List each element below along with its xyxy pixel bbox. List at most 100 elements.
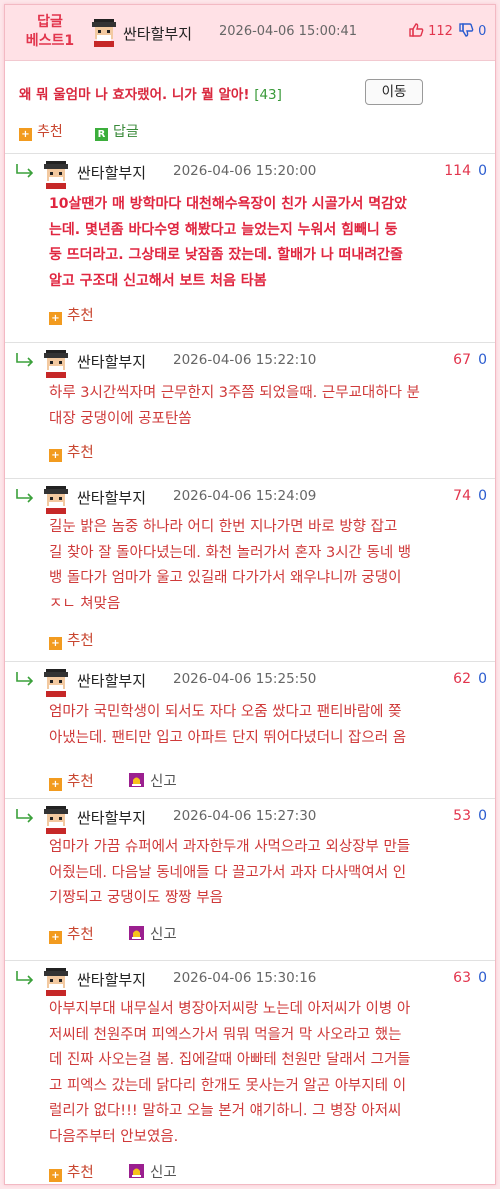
reply-body-line: 기짱되고 궁댕이도 짱짱 부음 bbox=[49, 890, 223, 906]
plus-icon: + bbox=[49, 1169, 62, 1182]
reply-item: 싼타할부지 2026-04-06 15:20:00 114 0 10살땐가 매 방학마다… bbox=[5, 153, 495, 342]
reply-body-line: 엄마가 가끔 슈퍼에서 과자한두개 사먹으라고 외상장부 만들 bbox=[49, 839, 411, 855]
reply-r-icon: R bbox=[95, 128, 108, 141]
plus-icon: + bbox=[19, 128, 32, 141]
recommend-label: 추천 bbox=[67, 1165, 94, 1181]
post-date: 2026-04-06 15:00:41 bbox=[219, 24, 358, 39]
reply-upvote-count[interactable]: 62 bbox=[453, 671, 471, 687]
best-reply-header: 답글 베스트1 싼타할부지 2026-04-06 15:00:41 112 0 bbox=[5, 5, 495, 61]
avatar-icon[interactable] bbox=[43, 968, 69, 996]
reply-body-line: 알고 구조대 신고해서 보트 처음 타봄 bbox=[49, 272, 267, 289]
report-button[interactable]: 신고 bbox=[129, 1161, 177, 1182]
reply-body-line: 길 찾아 잘 돌아다녔는데. 화천 놀러가서 혼자 3시간 동네 뱅 bbox=[49, 544, 412, 561]
comment-panel: 답글 베스트1 싼타할부지 2026-04-06 15:00:41 112 0 … bbox=[4, 4, 496, 1185]
reply-date: 2026-04-06 15:20:00 bbox=[173, 163, 317, 179]
reply-date: 2026-04-06 15:25:50 bbox=[173, 671, 317, 687]
reply-downvote-count[interactable]: 0 bbox=[478, 671, 487, 687]
post-upvote-count: 112 bbox=[428, 24, 453, 39]
reply-item: 싼타할부지 2026-04-06 15:24:09 74 0 길눈 밝은 놈중 하나라 … bbox=[5, 478, 495, 661]
post-upvote[interactable]: 112 bbox=[409, 23, 453, 39]
avatar-icon[interactable] bbox=[43, 486, 69, 514]
reply-upvote-count[interactable]: 53 bbox=[453, 808, 471, 824]
reply-arrow-icon bbox=[16, 809, 34, 823]
reply-body: 아부지부대 내무실서 병장아저씨랑 노는데 아저씨가 이병 아저씨테 천원주며 … bbox=[49, 997, 489, 1150]
report-label: 신고 bbox=[150, 1165, 177, 1181]
report-siren-icon bbox=[129, 1164, 144, 1178]
reply-downvote-count[interactable]: 0 bbox=[478, 970, 487, 986]
reply-downvote-count[interactable]: 0 bbox=[478, 163, 487, 179]
post-title-row: 왜 뭐 울엄마 나 효자랬어. 니가 뭘 알아! [43] 이동 bbox=[19, 79, 489, 107]
thumbs-down-icon bbox=[459, 23, 474, 37]
reply-date: 2026-04-06 15:30:16 bbox=[173, 970, 317, 986]
post-title-text: 왜 뭐 울엄마 나 효자랬어. 니가 뭘 알아! bbox=[19, 87, 250, 103]
reply-arrow-icon bbox=[16, 164, 34, 178]
reply-body-line: 저씨테 천원주며 피엑스가서 뭐뭐 먹을거 막 사오라고 했는 bbox=[49, 1026, 402, 1043]
post-title[interactable]: 왜 뭐 울엄마 나 효자랬어. 니가 뭘 알아! [43] bbox=[19, 83, 282, 103]
reply-author[interactable]: 싼타할부지 bbox=[77, 969, 146, 990]
report-siren-icon bbox=[129, 773, 144, 787]
recommend-button[interactable]: + 추천 bbox=[49, 629, 94, 650]
recommend-label: 추천 bbox=[67, 774, 94, 790]
recommend-button[interactable]: + 추천 bbox=[19, 121, 63, 141]
reply-body-line: 데 진짜 사오는걸 봄. 집에갈때 아빠테 천원만 달래서 그거들 bbox=[49, 1052, 411, 1068]
best-badge: 답글 베스트1 bbox=[15, 13, 85, 51]
recommend-label: 추천 bbox=[37, 124, 63, 140]
avatar-icon[interactable] bbox=[43, 806, 69, 834]
reply-body-line: 아부지부대 내무실서 병장아저씨랑 노는데 아저씨가 이병 아 bbox=[49, 1001, 411, 1017]
recommend-button[interactable]: + 추천 bbox=[49, 770, 94, 791]
reply-author[interactable]: 싼타할부지 bbox=[77, 487, 146, 508]
plus-icon: + bbox=[49, 449, 62, 462]
reply-downvote-count[interactable]: 0 bbox=[478, 808, 487, 824]
reply-button[interactable]: R 답글 bbox=[95, 121, 139, 141]
reply-downvote-count[interactable]: 0 bbox=[478, 488, 487, 504]
post-author[interactable]: 싼타할부지 bbox=[123, 23, 192, 44]
recommend-button[interactable]: + 추천 bbox=[49, 304, 94, 325]
reply-upvote-count[interactable]: 63 bbox=[453, 970, 471, 986]
post-downvote[interactable]: 0 bbox=[459, 23, 486, 39]
plus-icon: + bbox=[49, 778, 62, 791]
reply-body: 엄마가 가끔 슈퍼에서 과자한두개 사먹으라고 외상장부 만들어줬는데. 다음날… bbox=[49, 835, 489, 912]
recommend-button[interactable]: + 추천 bbox=[49, 441, 94, 462]
report-button[interactable]: 신고 bbox=[129, 770, 177, 791]
reply-arrow-icon bbox=[16, 971, 34, 985]
reply-body-line: 뱅 돌다가 엄마가 울고 있길래 다가가서 왜우냐니까 궁댕이 bbox=[49, 570, 402, 586]
plus-icon: + bbox=[49, 312, 62, 325]
reply-upvote-count[interactable]: 74 bbox=[453, 488, 471, 504]
plus-icon: + bbox=[49, 931, 62, 944]
report-label: 신고 bbox=[150, 774, 177, 790]
recommend-button[interactable]: + 추천 bbox=[49, 923, 94, 944]
best-badge-line2: 베스트1 bbox=[25, 33, 75, 49]
avatar-icon[interactable] bbox=[43, 350, 69, 378]
reply-author[interactable]: 싼타할부지 bbox=[77, 351, 146, 372]
reply-body: 하루 3시간씩자며 근무한지 3주쯤 되었을때. 근무교대하다 분 대장 궁댕이에… bbox=[49, 381, 489, 432]
reply-body-line: 아냈는데. 팬티만 입고 아파트 단지 뛰어다녔더니 잡으러 옴 bbox=[49, 729, 407, 746]
post-downvote-count: 0 bbox=[478, 24, 487, 39]
reply-author[interactable]: 싼타할부지 bbox=[77, 162, 146, 183]
reply-author[interactable]: 싼타할부지 bbox=[77, 670, 146, 691]
report-siren-icon bbox=[129, 926, 144, 940]
avatar-icon[interactable] bbox=[43, 669, 69, 697]
reply-body-line: 어줬는데. 다음날 동네애들 다 끌고가서 과자 다사맥여서 인 bbox=[49, 864, 407, 881]
recommend-label: 추천 bbox=[67, 927, 94, 943]
reply-body: 10살땐가 매 방학마다 대천해수욕장이 친가 시골가서 멱감았 는데. 몇년좀 … bbox=[49, 192, 489, 294]
reply-downvote-count[interactable]: 0 bbox=[478, 352, 487, 368]
reply-upvote-count[interactable]: 67 bbox=[453, 352, 471, 368]
avatar-icon[interactable] bbox=[91, 19, 117, 47]
reply-author[interactable]: 싼타할부지 bbox=[77, 807, 146, 828]
reply-body-line: 길눈 밝은 놈중 하나라 어디 한번 지나가면 바로 방향 잡고 bbox=[49, 519, 398, 535]
reply-item: 싼타할부지 2026-04-06 15:25:50 62 0 엄마가 국민학생이 되서도… bbox=[5, 661, 495, 798]
recommend-label: 추천 bbox=[67, 445, 94, 461]
recommend-button[interactable]: + 추천 bbox=[49, 1161, 94, 1182]
avatar-icon[interactable] bbox=[43, 161, 69, 189]
reply-body-line: 둥 뜨더라고. 그상태로 낮잠좀 잤는데. 할배가 나 떠내려간줄 bbox=[49, 247, 403, 263]
report-button[interactable]: 신고 bbox=[129, 923, 177, 944]
reply-body-line: 럴리가 없다!!! 말하고 오늘 본거 얘기하니. 그 병장 아저씨 bbox=[49, 1103, 402, 1119]
reply-body-line: 10살땐가 매 방학마다 대천해수욕장이 친가 시골가서 멱감았 bbox=[49, 196, 407, 212]
move-button[interactable]: 이동 bbox=[365, 79, 423, 105]
reply-upvote-count[interactable]: 114 bbox=[444, 163, 471, 179]
reply-item: 싼타할부지 2026-04-06 15:30:16 63 0 아부지부대 내무실서 병장… bbox=[5, 960, 495, 1184]
recommend-label: 추천 bbox=[67, 308, 94, 324]
report-label: 신고 bbox=[150, 927, 177, 943]
reply-body: 엄마가 국민학생이 되서도 자다 오줌 쌌다고 팬티바람에 쫒 아냈는데. 팬티만… bbox=[49, 700, 489, 751]
post-reply-count: [43] bbox=[254, 87, 282, 103]
